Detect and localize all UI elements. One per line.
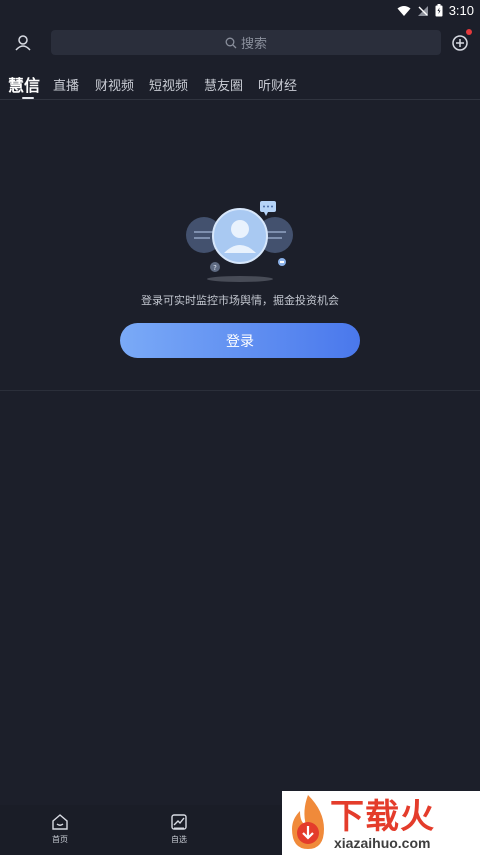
search-placeholder: 搜索 bbox=[240, 37, 267, 52]
nav-watchlist[interactable]: 自选 bbox=[154, 813, 204, 845]
tab-live[interactable]: 直播 bbox=[53, 75, 79, 94]
watermark-logo: 下载火 xiazaihuo.com bbox=[282, 791, 480, 855]
flame-icon bbox=[292, 795, 324, 849]
status-icons: 3:10 bbox=[397, 3, 474, 18]
watermark-domain: xiazaihuo.com bbox=[334, 835, 431, 851]
svg-text:?: ? bbox=[213, 264, 217, 272]
nav-home[interactable]: 首页 bbox=[35, 813, 85, 845]
nav-watchlist-label: 自选 bbox=[171, 835, 187, 844]
tab-friends-circle[interactable]: 慧友圈 bbox=[204, 75, 243, 94]
login-illustration: ? bbox=[186, 201, 293, 282]
status-bar: 3:10 bbox=[0, 0, 480, 24]
battery-icon bbox=[435, 4, 443, 17]
user-button[interactable] bbox=[12, 32, 34, 54]
tab-finance-video[interactable]: 财视频 bbox=[95, 75, 134, 94]
search-icon bbox=[225, 37, 237, 48]
login-button[interactable]: 登录 bbox=[120, 323, 360, 358]
login-prompt-text: 登录可实时监控市场舆情，掘金投资机会 bbox=[141, 294, 339, 307]
add-button[interactable] bbox=[449, 29, 472, 54]
add-circle-icon bbox=[452, 35, 468, 51]
empty-state: ? 登录可实时监控市场舆情，掘金投资机会 登录 bbox=[0, 100, 480, 391]
search-input[interactable]: 搜索 bbox=[51, 30, 441, 55]
tab-listen-finance[interactable]: 听财经 bbox=[258, 75, 297, 94]
notification-dot bbox=[466, 29, 472, 35]
wifi-icon bbox=[397, 5, 411, 16]
tab-huixin[interactable]: 慧信 bbox=[8, 72, 40, 96]
no-signal-icon bbox=[417, 5, 428, 16]
home-icon bbox=[52, 814, 68, 830]
tab-short-video[interactable]: 短视频 bbox=[149, 75, 188, 94]
chart-icon bbox=[171, 814, 187, 830]
nav-home-label: 首页 bbox=[52, 835, 68, 844]
top-bar: 搜索 bbox=[0, 28, 480, 58]
user-icon bbox=[15, 35, 31, 51]
watermark-brand: 下载火 bbox=[330, 797, 435, 837]
tab-bar: 慧信 直播 财视频 短视频 慧友圈 听财经 bbox=[0, 68, 480, 100]
status-time: 3:10 bbox=[448, 3, 474, 18]
